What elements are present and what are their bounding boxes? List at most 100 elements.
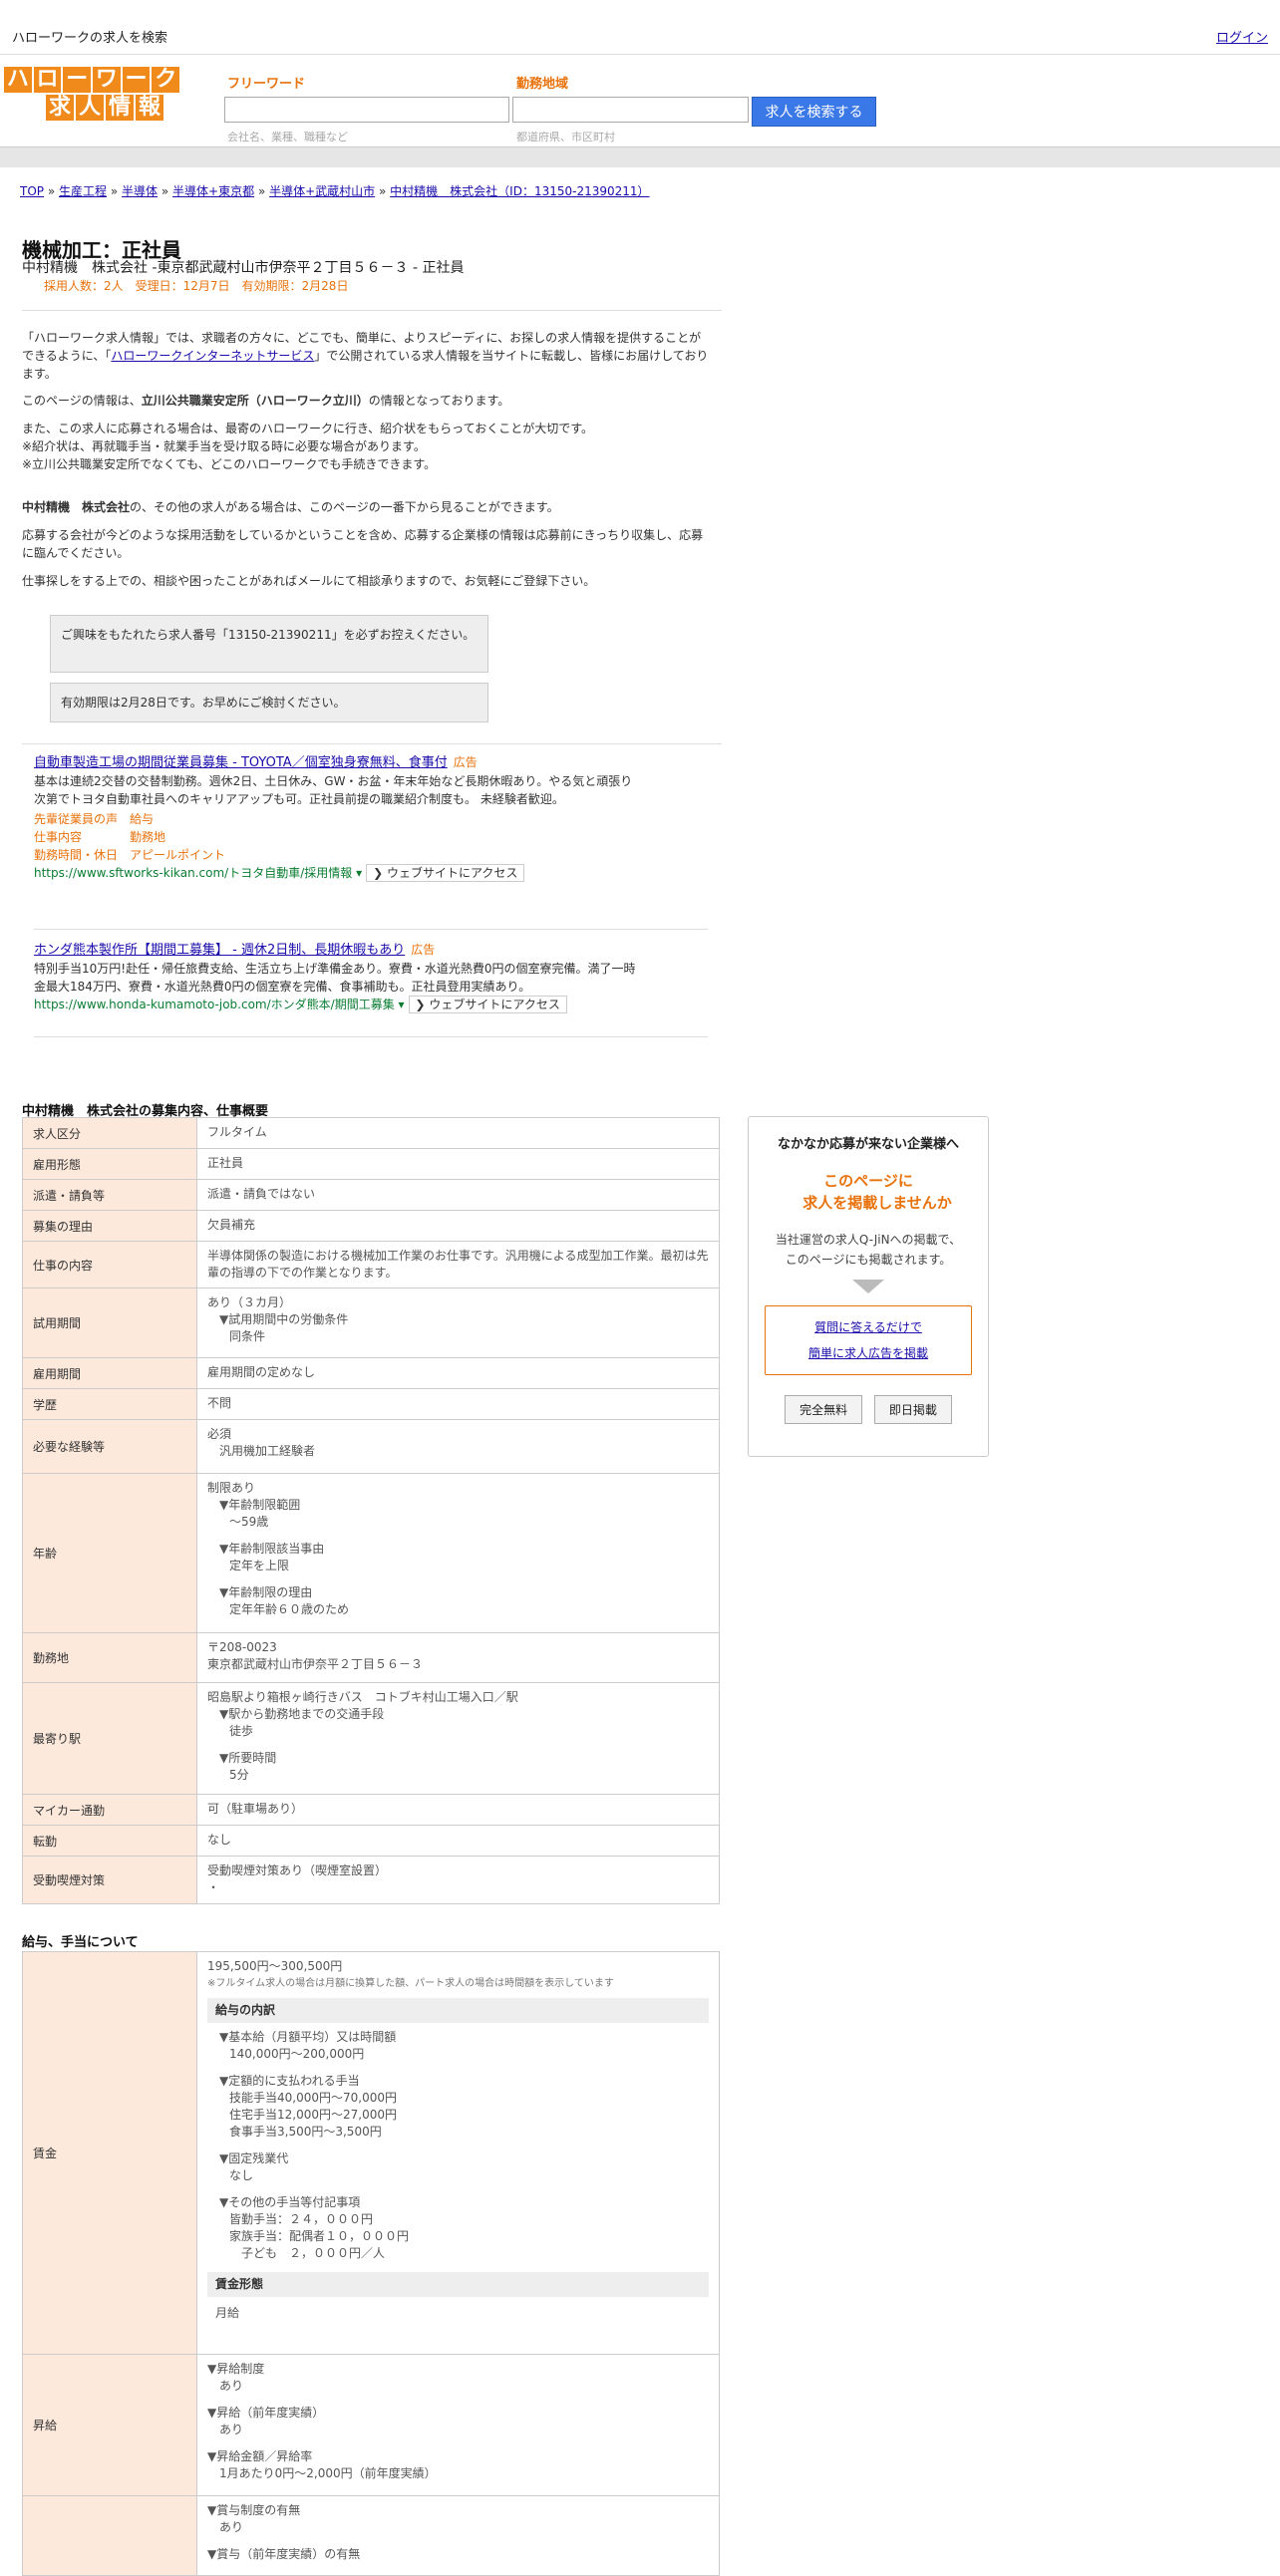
value-line: ▼試用期間中の労働条件 [219, 1312, 349, 1326]
keyword-input[interactable] [224, 97, 509, 123]
breadcrumb: TOP » 生産工程 » 半導体 » 半導体+東京都 » 半導体+武蔵村山市 »… [20, 182, 650, 199]
value-line: 徒歩 [229, 1724, 254, 1738]
ad-badge: 広告 [453, 755, 478, 769]
value-line: 家族手当：配偶者１０，０００円 [229, 2229, 410, 2243]
free-button[interactable]: 完全無料 [785, 1395, 863, 1424]
ad-url[interactable]: https://www.sftworks-kikan.com/トヨタ自動車/採用… [34, 866, 362, 880]
table-row: 賃金 195,500円〜300,500円 ※フルタイム求人の場合は月額に換算した… [22, 1951, 720, 2355]
value-line: ▼定額的に支払われる手当 [219, 2074, 360, 2088]
row-value: 可（駐車場あり） [196, 1794, 720, 1826]
ad-sitelink-row[interactable]: 勤務時間・休日 アピールポイント [34, 846, 644, 864]
value-line: ▼賞与制度の有無 [207, 2503, 301, 2517]
wage-note: ※フルタイム求人の場合は月額に換算した額、パート求人の場合は時間額を表示していま… [207, 1978, 614, 1989]
table-row: 勤務地 〒208-0023 東京都武蔵村山市伊奈平２丁目５６－３ [22, 1632, 720, 1683]
row-value: ▼賞与制度の有無 あり ▼賞与（前年度実績）の有無 [196, 2495, 720, 2576]
value-line: 食事手当3,500円〜3,500円 [229, 2125, 382, 2139]
ad-title-link[interactable]: ホンダ熊本製作所【期間工募集】 - 週休2日制、長期休暇もあり [34, 943, 405, 958]
row-value: 必須 汎用機加工経験者 [196, 1419, 720, 1474]
table-row: ▼賞与制度の有無 あり ▼賞与（前年度実績）の有無 [22, 2495, 720, 2576]
visit-website-button[interactable]: ❯ ウェブサイトにアクセス [366, 864, 525, 882]
login-link[interactable]: ログイン [1216, 27, 1268, 46]
value-line: 住宅手当12,000円〜27,000円 [229, 2108, 397, 2122]
area-input[interactable] [512, 97, 749, 123]
keyword-hint: 会社名、業種、職種など [227, 131, 348, 143]
value-line: あり [219, 2520, 244, 2534]
visit-website-button[interactable]: ❯ ウェブサイトにアクセス [408, 996, 567, 1013]
hellowork-internet-link[interactable]: ハローワークインターネットサービス [111, 349, 314, 363]
intro-text: また、この求人に応募される場合は、最寄のハローワークに行き、紹介状をもらっておく… [22, 422, 594, 435]
value-line: ▼年齢制限の理由 [219, 1585, 313, 1599]
company-name: 中村精機 株式会社 [22, 500, 131, 514]
row-header: 派遣・請負等 [22, 1179, 197, 1211]
wage-range: 195,500円〜300,500円 [207, 1959, 343, 1973]
table-row: 雇用形態 正社員 [22, 1148, 720, 1180]
ad-url-row: https://www.honda-kumamoto-job.com/ホンダ熊本… [34, 996, 644, 1013]
value-line: あり（３カ月） [207, 1295, 292, 1309]
breadcrumb-city[interactable]: 半導体+武蔵村山市 [269, 184, 375, 198]
row-value: 昭島駅より箱根ヶ崎行きバス コトブキ村山工場入口／駅 ▼駅から勤務地までの交通手… [196, 1682, 720, 1795]
keyword-label: フリーワード [227, 77, 306, 92]
value-line: ・ [207, 1880, 220, 1894]
value-line: ▼基本給（月額平均）又は時間額 [219, 2030, 397, 2044]
divider [22, 743, 722, 744]
table-row: 必要な経験等 必須 汎用機加工経験者 [22, 1419, 720, 1474]
search-button[interactable]: 求人を検索する [752, 97, 876, 127]
table-row: 雇用期間 雇用期間の定めなし [22, 1357, 720, 1389]
value-line: 皆勤手当：２４，０００円 [229, 2212, 374, 2226]
side-text-line: このページにも掲載されます。 [785, 1253, 952, 1267]
row-header: 必要な経験等 [22, 1419, 197, 1474]
breadcrumb-prefecture[interactable]: 半導体+東京都 [172, 184, 254, 198]
logo-char: 情 [106, 95, 134, 121]
ad-body: 特別手当10万円!赴任・帰任旅費支給、生活立ち上げ準備金あり。寮費・水道光熱費0… [34, 962, 636, 994]
value-line: 受動喫煙対策あり（喫煙室設置） [207, 1863, 388, 1877]
row-value: 〒208-0023 東京都武蔵村山市伊奈平２丁目５６－３ [196, 1632, 720, 1683]
row-value: なし [196, 1825, 720, 1857]
wage-form-value: 月給 [215, 2306, 240, 2320]
value-line: あり [219, 2423, 244, 2436]
row-header [22, 2495, 197, 2576]
value-line: 制限あり [207, 1481, 256, 1495]
ad-sitelink-row[interactable]: 先輩従業員の声 給与 [34, 810, 644, 828]
same-day-button[interactable]: 即日掲載 [873, 1395, 952, 1424]
side-text: 当社運営の求人Q-JiNへの掲載で、 このページにも掲載されます。 [749, 1230, 988, 1270]
side-cta-link[interactable]: 質問に答えるだけで [814, 1320, 922, 1334]
intro-paragraph-3: また、この求人に応募される場合は、最寄のハローワークに行き、紹介状をもらっておく… [22, 420, 712, 473]
breadcrumb-company[interactable]: 中村精機 株式会社（ID：13150-21390211） [390, 184, 649, 198]
breadcrumb-sep: » [160, 184, 169, 198]
site-logo[interactable]: ハ ロ ー ワ ー ク 求 人 情 報 [4, 67, 180, 123]
table-row: 募集の理由 欠員補充 [22, 1210, 720, 1242]
value-line: 1月あたり0円〜2,000円（前年度実績） [219, 2466, 437, 2480]
ad-title-link[interactable]: 自動車製造工場の期間従業員募集 - TOYOTA／個室独身寮無料、食事付 [34, 755, 448, 770]
row-value: 195,500円〜300,500円 ※フルタイム求人の場合は月額に換算した額、パ… [196, 1951, 720, 2355]
row-value: ▼昇給制度 あり ▼昇給（前年度実績） あり ▼昇給金額／昇給率 1月あたり0円… [196, 2354, 720, 2496]
breadcrumb-top[interactable]: TOP [20, 184, 44, 198]
job-subtitle: 中村精機 株式会社 -東京都武蔵村山市伊奈平２丁目５６－３ - 正社員 [22, 260, 465, 276]
breadcrumb-category[interactable]: 生産工程 [59, 184, 107, 198]
ad-sitelinks: 先輩従業員の声 給与 仕事内容 勤務地 勤務時間・休日 アピールポイント [34, 810, 644, 864]
row-header: 賃金 [22, 1951, 197, 2355]
logo-char: 人 [76, 95, 104, 121]
side-cta-link[interactable]: 簡単に求人広告を掲載 [808, 1346, 928, 1360]
intro-text: の、その他の求人がある場合は、このページの一番下から見ることができます。 [130, 500, 559, 514]
area-label: 勤務地域 [516, 77, 569, 92]
row-header: 年齢 [22, 1473, 197, 1633]
row-header: 雇用期間 [22, 1357, 197, 1389]
ad-url[interactable]: https://www.honda-kumamoto-job.com/ホンダ熊本… [34, 998, 405, 1011]
pay-table: 賃金 195,500円〜300,500円 ※フルタイム求人の場合は月額に換算した… [22, 1951, 720, 2576]
side-promo-box: なかなか応募が来ない企業様へ このページに 求人を掲載しませんか 当社運営の求人… [748, 1116, 989, 1457]
search-bar: ハ ロ ー ワ ー ク 求 人 情 報 フリーワード 会社名、業種、職種など 勤… [0, 55, 1280, 146]
table-row: 年齢 制限あり ▼年齢制限範囲 〜59歳 ▼年齢制限該当事由 定年を上限 ▼年齢… [22, 1473, 720, 1633]
table-row: マイカー通勤 可（駐車場あり） [22, 1794, 720, 1826]
row-value: 受動喫煙対策あり（喫煙室設置） ・ [196, 1856, 720, 1904]
ad-header: 自動車製造工場の期間従業員募集 - TOYOTA／個室独身寮無料、食事付 広告 [34, 753, 644, 772]
row-header: 昇給 [22, 2354, 197, 2496]
table-row: 昇給 ▼昇給制度 あり ▼昇給（前年度実績） あり ▼昇給金額／昇給率 1月あた… [22, 2354, 720, 2496]
side-text-line: 当社運営の求人Q-JiNへの掲載で、 [775, 1233, 962, 1247]
breadcrumb-industry[interactable]: 半導体 [122, 184, 158, 198]
value-line: ▼賞与（前年度実績）の有無 [207, 2547, 361, 2561]
value-line: 定年年齢６０歳のため [229, 1602, 350, 1616]
value-line: あり [219, 2379, 244, 2393]
office-name: 立川公共職業安定所（ハローワーク立川） [141, 394, 369, 408]
value-line: ▼年齢制限該当事由 [219, 1542, 325, 1556]
ad-sitelink-row[interactable]: 仕事内容 勤務地 [34, 828, 644, 846]
